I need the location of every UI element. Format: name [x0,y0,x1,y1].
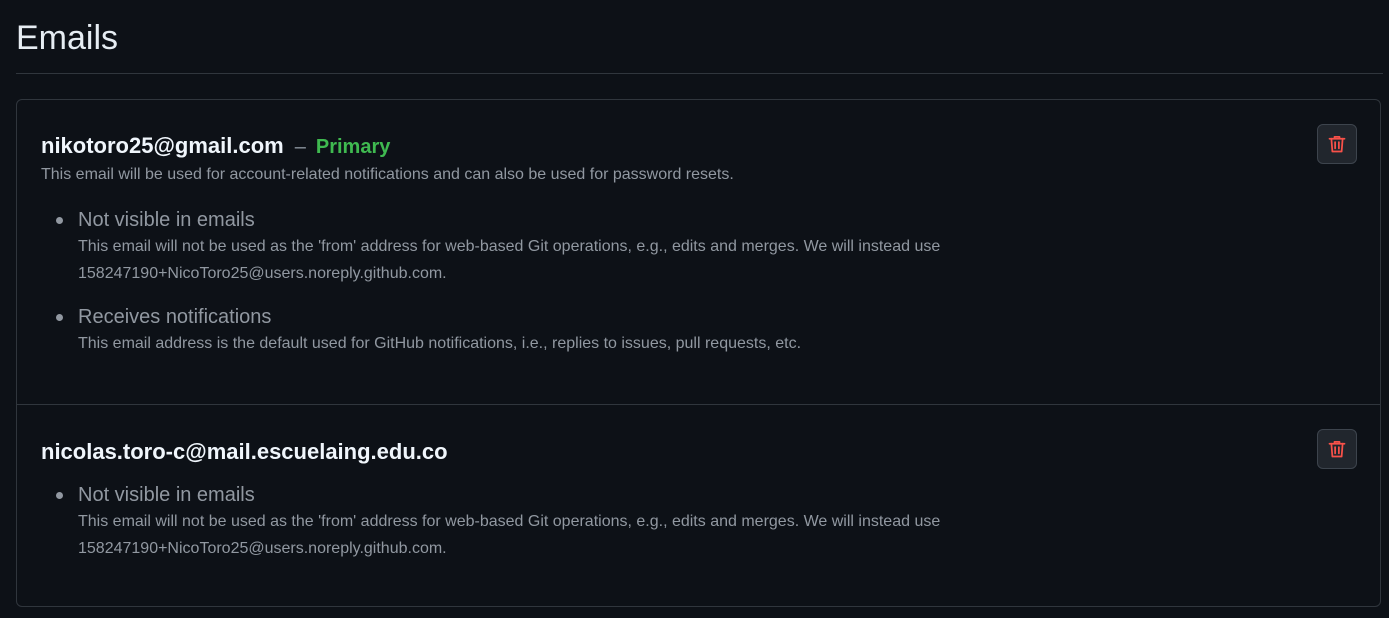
page-title: Emails [16,19,119,57]
separator-dash: – [294,136,306,158]
email-header: nikotoro25@gmail.com – Primary [41,100,1356,161]
bullet-icon [56,492,63,499]
property-title: Receives notifications [78,306,272,328]
email-address: nikotoro25@gmail.com [41,133,284,158]
property-item: Receives notifications This email addres… [56,304,1356,357]
property-item: Not visible in emails This email will no… [56,482,1356,562]
property-description: This email will not be used as the 'from… [78,513,941,557]
email-item-secondary: nicolas.toro-c@mail.escuelaing.edu.co No… [17,405,1380,606]
delete-email-button[interactable] [1317,429,1357,469]
title-divider [16,73,1383,74]
email-properties: Not visible in emails This email will no… [41,482,1356,562]
trash-icon [1328,440,1346,458]
bullet-icon [56,217,63,224]
email-header: nicolas.toro-c@mail.escuelaing.edu.co [41,405,1356,467]
property-title: Not visible in emails [78,484,255,506]
property-title: Not visible in emails [78,209,255,231]
primary-badge: Primary [315,136,391,158]
email-properties: Not visible in emails This email will no… [41,207,1356,357]
trash-icon [1328,135,1346,153]
delete-email-button[interactable] [1317,124,1357,164]
property-description: This email will not be used as the 'from… [78,238,941,282]
email-address: nicolas.toro-c@mail.escuelaing.edu.co [41,439,448,464]
email-item-primary: nikotoro25@gmail.com – Primary This emai… [17,100,1380,405]
property-description: This email address is the default used f… [78,335,802,352]
bullet-icon [56,314,63,321]
email-list: nikotoro25@gmail.com – Primary This emai… [16,99,1381,607]
email-description: This email will be used for account-rela… [41,166,734,183]
property-item: Not visible in emails This email will no… [56,207,1356,287]
